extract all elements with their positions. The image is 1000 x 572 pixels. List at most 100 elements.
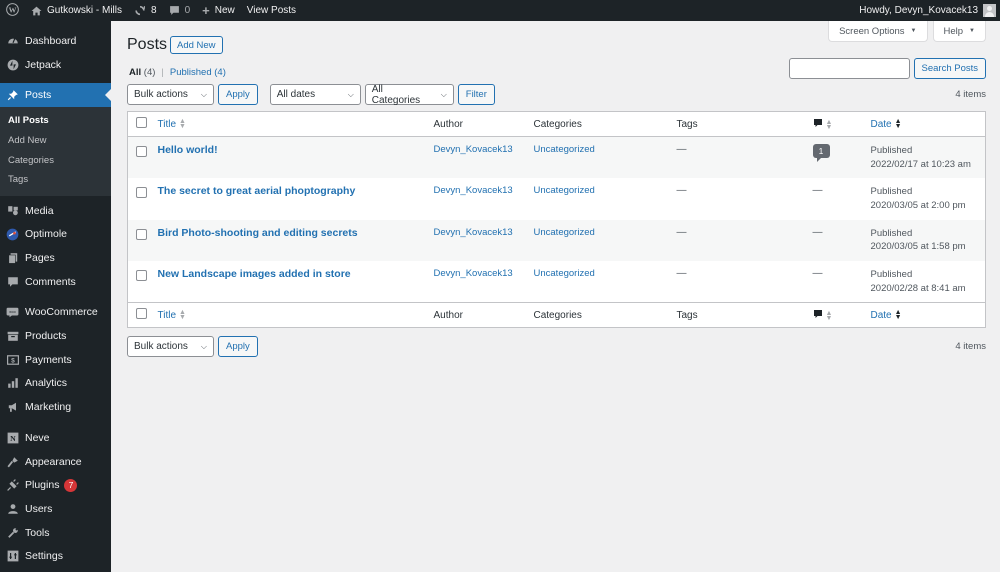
date-filter-select[interactable]: All dates ⌵ [269,84,361,105]
sidebar-label: Analytics [25,377,68,390]
filter-button[interactable]: Filter [457,84,495,105]
wp-logo-button[interactable]: W [0,0,25,21]
sort-desc-icon: ▲ ▼ [894,117,902,130]
admin-menu: Dashboard Jetpack Posts All Posts Add Ne… [0,21,111,572]
post-date: 2020/03/05 at 1:58 pm [870,241,966,252]
sidebar-item-users[interactable]: Users [0,497,111,521]
row-checkbox[interactable] [136,270,147,281]
category-link[interactable]: Uncategorized [534,268,595,279]
submenu-tags[interactable]: Tags [0,170,111,190]
post-title-link[interactable]: Hello world! [158,144,218,156]
column-comments-header[interactable]: ▲ ▼ [813,112,871,137]
screen-options-label: Screen Options [839,25,905,37]
sidebar-item-settings[interactable]: Settings [0,544,111,568]
main-content: Screen Options ▼ Help ▼ Posts Add New Al… [111,21,1000,572]
sidebar-item-pages[interactable]: Pages [0,246,111,270]
row-checkbox[interactable] [136,228,147,240]
chevron-down-icon: ⌵ [440,89,447,99]
user-icon [6,502,19,515]
column-date-header[interactable]: Date ▲ ▼ [871,112,986,137]
author-link[interactable]: Devyn_Kovacek13 [434,268,513,279]
sidebar-label: Optimole [25,228,68,241]
sidebar-item-neve[interactable]: N Neve [0,426,111,450]
apply-button[interactable]: Apply [218,84,258,105]
sidebar-label: Payments [25,353,72,366]
comment-count-bubble[interactable]: 1 [812,144,830,162]
wrench-icon [6,526,19,539]
sidebar-item-woocommerce[interactable]: woo WooCommerce [0,301,111,325]
post-title-link[interactable]: New Landscape images added in store [158,268,351,280]
plugins-update-badge: 7 [64,478,78,492]
bulk-actions-select[interactable]: Bulk actions ⌵ [127,84,214,105]
comments-value: — [812,268,823,279]
pages-icon [6,252,19,265]
submenu-categories[interactable]: Categories [0,150,111,170]
sidebar-item-marketing[interactable]: Marketing [0,395,111,419]
post-title-link[interactable]: Bird Photo-shooting and editing secrets [158,227,358,239]
page-title: Posts [127,36,168,53]
category-link[interactable]: Uncategorized [534,185,595,196]
row-checkbox[interactable] [136,187,147,198]
sidebar-item-jetpack[interactable]: Jetpack [0,53,111,77]
column-tags-footer: Tags [676,309,698,321]
new-content-link[interactable]: + New [196,0,241,21]
products-icon [6,330,19,343]
add-new-button[interactable]: Add New [170,36,223,54]
author-link[interactable]: Devyn_Kovacek13 [434,227,513,238]
table-header-row: Title ▲ ▼ Author Categories Tags ▲ ▼ Date ▲ ▼ [127,112,986,137]
view-published[interactable]: Published (4) [170,67,226,78]
sidebar-item-appearance[interactable]: Appearance [0,450,111,474]
category-link[interactable]: Uncategorized [534,144,595,155]
avatar [983,4,996,17]
apply-button-bottom[interactable]: Apply [218,336,258,357]
column-comments-footer[interactable]: ▲ ▼ [813,303,871,328]
screen-meta-links: Screen Options ▼ Help ▼ [828,21,986,42]
author-link[interactable]: Devyn_Kovacek13 [434,144,513,155]
post-date: 2022/02/17 at 10:23 am [870,158,971,170]
bulk-actions-select-bottom[interactable]: Bulk actions ⌵ [127,336,214,357]
site-name-link[interactable]: Gutkowski - Mills [25,0,128,21]
sidebar-item-payments[interactable]: $ Payments [0,348,111,372]
submenu-all-posts[interactable]: All Posts [0,111,111,131]
post-date: 2020/03/05 at 2:00 pm [870,199,966,211]
sidebar-item-dashboard[interactable]: Dashboard [0,29,111,53]
table-footer-row: Title ▲ ▼ Author Categories Tags ▲ ▼ Date ▲ ▼ [127,302,986,328]
column-title-footer[interactable]: Title ▲ ▼ [158,303,434,328]
comments-link[interactable]: 0 [163,0,197,21]
sidebar-item-tools[interactable]: Tools [0,521,111,545]
brush-icon [6,455,19,468]
sidebar-label: Users [25,502,53,515]
search-box: Search Posts [788,58,986,79]
sidebar-item-media[interactable]: Media [0,199,111,223]
sidebar-item-products[interactable]: Products [0,324,111,348]
neve-icon: N [6,431,19,444]
pin-icon [6,89,19,102]
screen-options-button[interactable]: Screen Options ▼ [828,21,928,42]
select-all-checkbox-bottom[interactable] [136,308,147,319]
comment-icon [813,118,823,131]
help-button[interactable]: Help ▼ [932,21,986,42]
sidebar-item-plugins[interactable]: Plugins 7 [0,473,111,497]
items-count-bottom: 4 items [955,341,986,352]
author-link[interactable]: Devyn_Kovacek13 [434,185,513,196]
updates-link[interactable]: 8 [128,0,163,21]
view-posts-link[interactable]: View Posts [241,0,302,21]
column-author-header: Author [433,118,463,130]
row-checkbox[interactable] [136,146,147,157]
search-posts-button[interactable]: Search Posts [913,58,986,79]
sidebar-item-posts[interactable]: Posts [0,83,111,108]
column-date-footer[interactable]: Date ▲ ▼ [871,303,986,328]
submenu-add-new[interactable]: Add New [0,131,111,151]
sidebar-item-analytics[interactable]: Analytics [0,372,111,396]
select-all-checkbox[interactable] [136,117,147,128]
sidebar-item-comments[interactable]: Comments [0,270,111,294]
column-title-header[interactable]: Title ▲ ▼ [158,112,434,137]
category-filter-select[interactable]: All Categories ⌵ [364,84,454,106]
sidebar-label: Plugins [25,479,60,492]
view-all[interactable]: All (4) [129,67,155,78]
category-link[interactable]: Uncategorized [534,227,595,238]
my-account[interactable]: Howdy, Devyn_Kovacek13 [859,4,1000,17]
sidebar-item-optimole[interactable]: Optimole [0,223,111,247]
search-input[interactable] [788,58,910,79]
post-title-link[interactable]: The secret to great aerial phoptography [158,185,356,197]
